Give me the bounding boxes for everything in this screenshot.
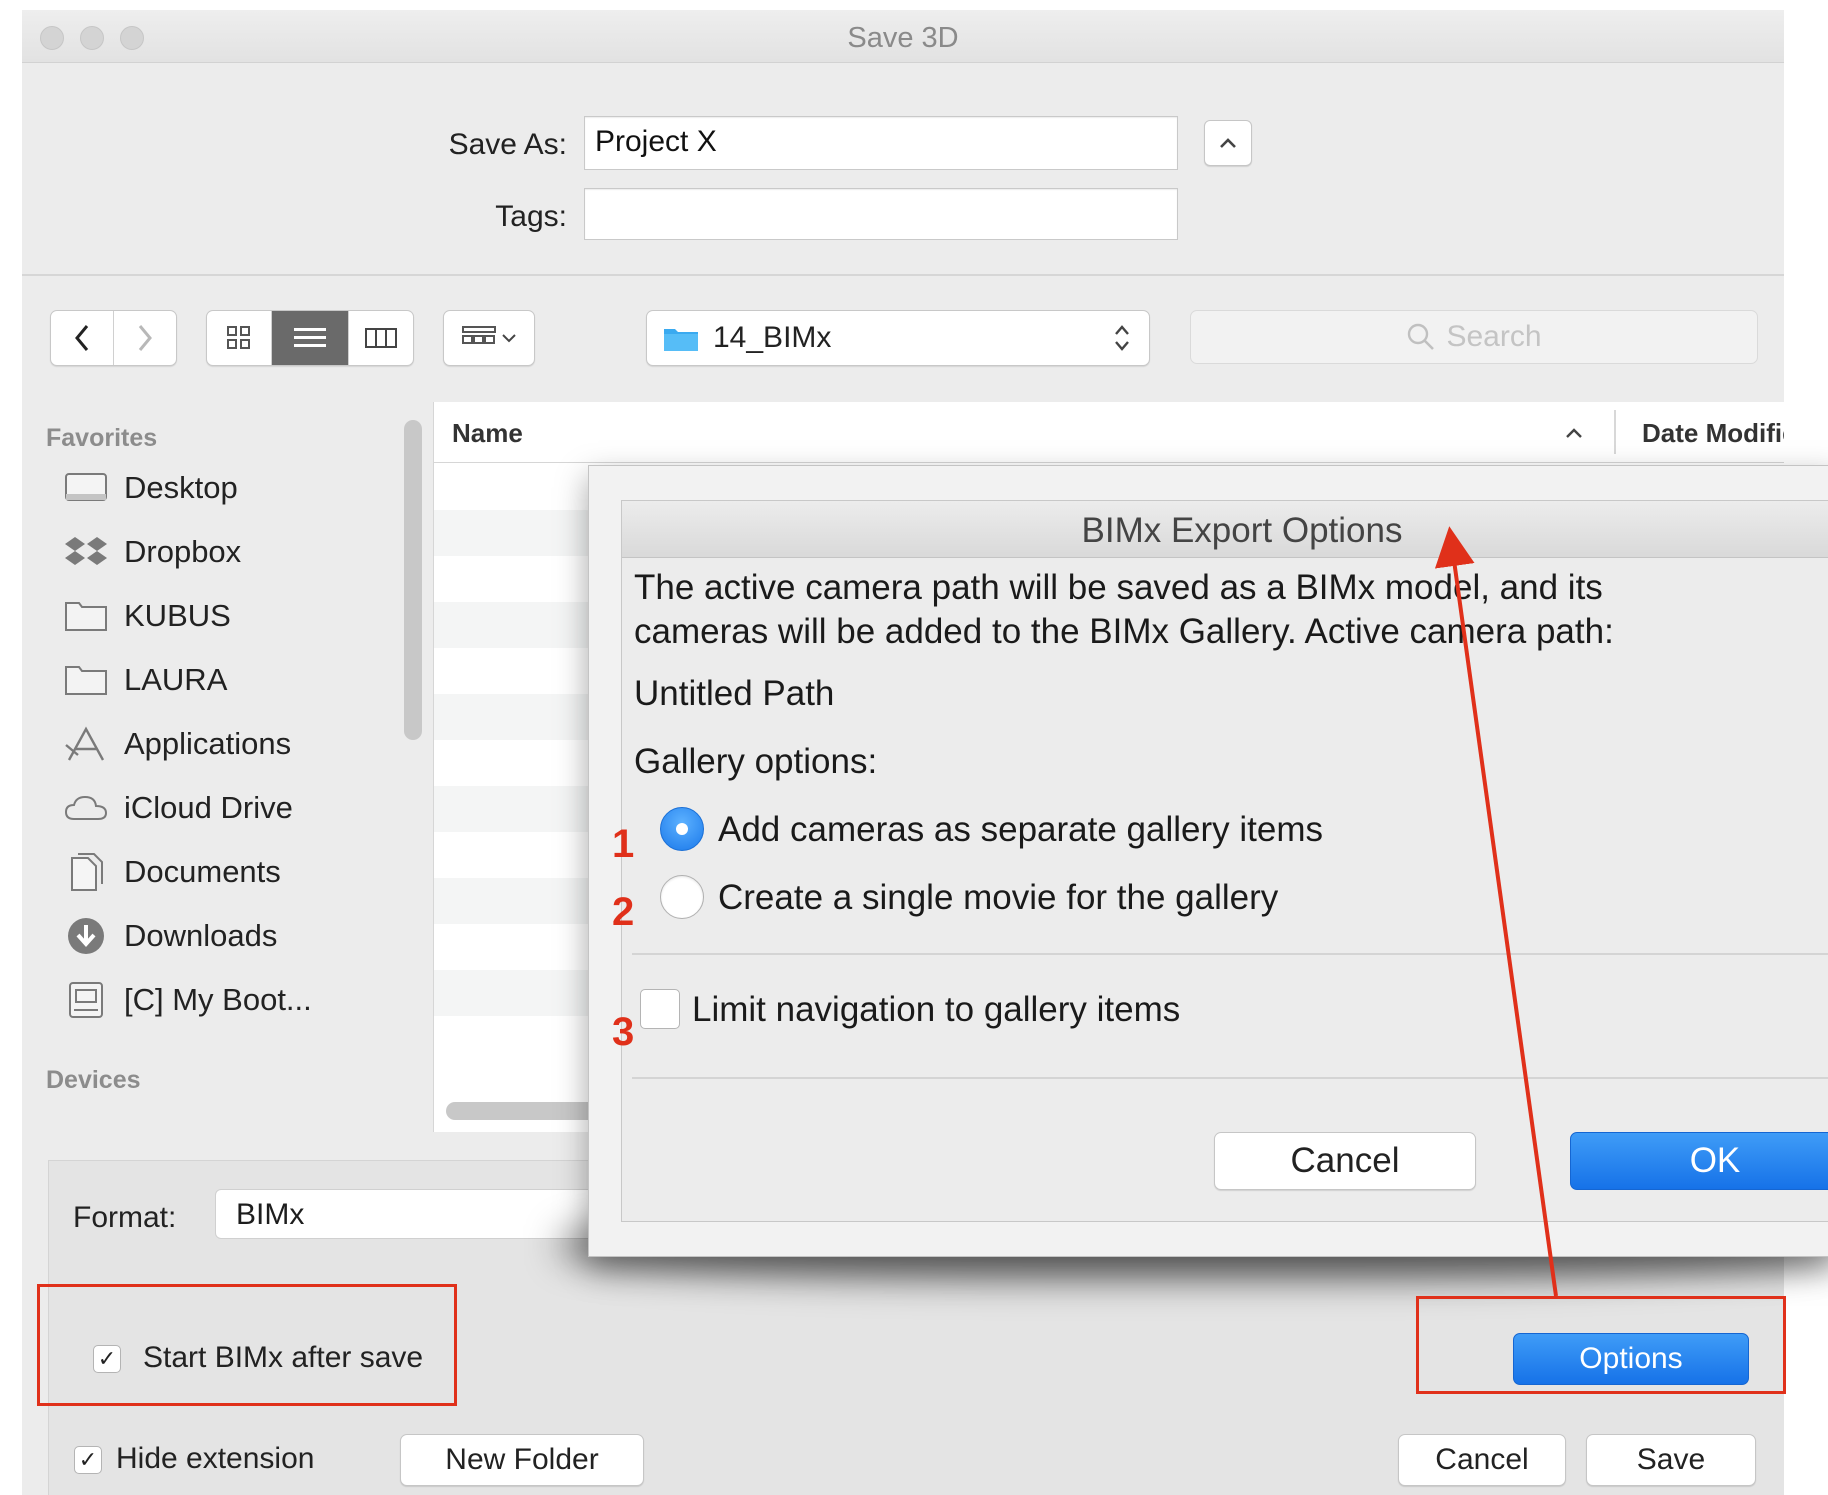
annotation-arrow — [1434, 526, 1558, 1297]
